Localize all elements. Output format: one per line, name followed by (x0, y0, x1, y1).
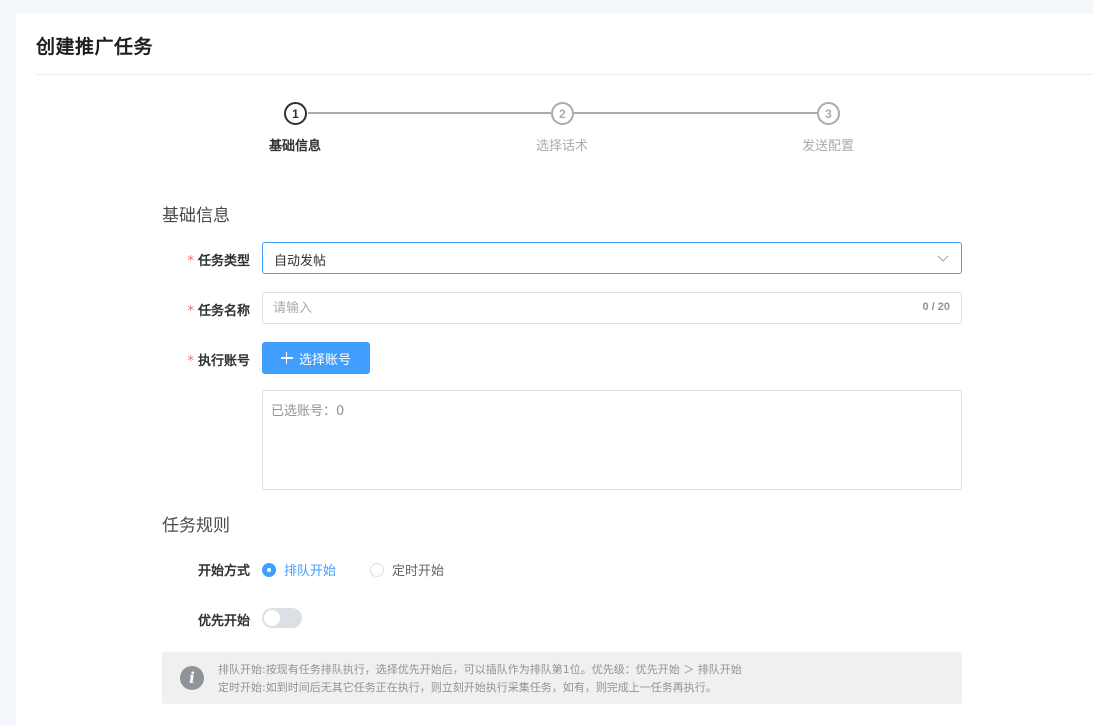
page-title: 创建推广任务 (36, 36, 154, 58)
radio-label: 排队开始 (284, 564, 337, 579)
required-mark: * (187, 304, 194, 319)
account-label-text: 执行账号 (197, 354, 250, 369)
step-connector-2 (574, 112, 817, 114)
info-icon: i (180, 666, 204, 690)
task-type-label: * 任务类型 (162, 250, 250, 269)
select-account-button[interactable]: 选择账号 (262, 342, 370, 374)
plus-icon (280, 352, 293, 364)
step-connector-1 (308, 112, 551, 114)
step-1-label: 基础信息 (268, 139, 321, 154)
required-mark: * (187, 354, 194, 369)
radio-scheduled-start[interactable]: 定时开始 (370, 560, 444, 579)
switch-knob (264, 610, 280, 626)
chevron-down-icon (937, 255, 949, 262)
priority-start-label: 优先开始 (197, 614, 250, 629)
task-name-input[interactable] (273, 293, 893, 323)
required-mark: * (187, 254, 194, 269)
priority-start-switch[interactable] (262, 608, 302, 628)
task-type-value: 自动发帖 (274, 254, 327, 269)
task-type-select[interactable]: 自动发帖 (262, 242, 962, 274)
info-line-2: 定时开始:如到时间后无其它任务正在执行，则立刻开始执行采集任务，如有，则完成上一… (218, 681, 717, 694)
radio-label: 定时开始 (392, 564, 445, 579)
info-line-1: 排队开始:按现有任务排队执行，选择优先开始后，可以插队作为排队第1位。优先级：优… (218, 663, 742, 676)
selected-accounts-text: 已选账号：0 (271, 404, 345, 419)
task-type-label-text: 任务类型 (197, 254, 250, 269)
task-name-label: * 任务名称 (162, 300, 250, 319)
title-divider (36, 74, 1093, 75)
step-3-label: 发送配置 (801, 139, 854, 154)
info-box: i 排队开始:按现有任务排队执行，选择优先开始后，可以插队作为排队第1位。优先级… (162, 652, 962, 704)
radio-dot (370, 562, 384, 577)
page-card: 创建推广任务 1 2 3 基础信息 选择话术 发送配置 基础信息 * 任务类型 自… (16, 14, 1093, 726)
account-label: * 执行账号 (162, 350, 250, 369)
select-account-label: 选择账号 (298, 352, 351, 368)
task-name-label-text: 任务名称 (197, 304, 250, 319)
selected-accounts-box: 已选账号：0 (262, 390, 962, 490)
section-title-basic: 基础信息 (162, 206, 230, 226)
step-3-circle: 3 (817, 102, 840, 125)
start-mode-label: 开始方式 (197, 564, 250, 579)
step-1-circle: 1 (284, 102, 307, 125)
section-title-rules: 任务规则 (162, 516, 230, 536)
step-2-circle: 2 (551, 102, 574, 125)
step-2-label: 选择话术 (535, 139, 588, 154)
radio-dot (262, 562, 276, 577)
radio-queue-start[interactable]: 排队开始 (262, 560, 336, 579)
char-counter: 0 / 20 (922, 301, 950, 313)
task-name-field[interactable]: 0 / 20 (262, 292, 962, 324)
